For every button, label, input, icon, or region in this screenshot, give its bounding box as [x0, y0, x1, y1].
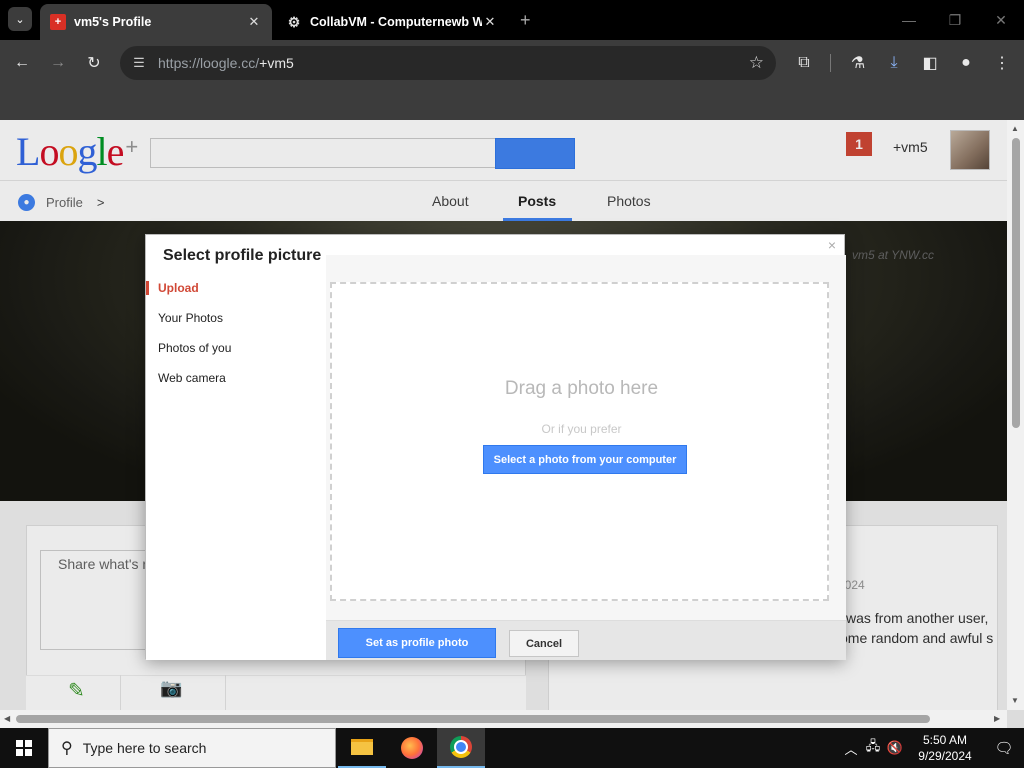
scrollbar-thumb[interactable] — [1012, 138, 1020, 428]
chrome-taskbar-button[interactable] — [437, 728, 485, 768]
side-panel-icon[interactable]: ◧ — [918, 51, 942, 75]
profile-icon[interactable]: ● — [954, 51, 978, 75]
windows-logo-icon — [16, 740, 32, 756]
taskbar-search-placeholder: Type here to search — [82, 740, 207, 756]
bookmark-star-icon[interactable]: ☆ — [749, 53, 764, 73]
site-info-icon[interactable]: ☰ — [130, 54, 148, 72]
bookmark-bar — [0, 86, 1024, 120]
photo-dropzone[interactable]: Drag a photo here Or if you prefer Selec… — [330, 282, 829, 601]
select-profile-picture-dialog: Select profile picture Upload Your Photo… — [145, 234, 846, 660]
select-photo-button[interactable]: Select a photo from your computer — [483, 445, 687, 474]
active-menu-indicator — [146, 281, 149, 295]
drag-text: Drag a photo here — [504, 378, 659, 399]
file-explorer-taskbar-button[interactable] — [338, 728, 386, 768]
new-tab-icon[interactable]: + — [520, 10, 531, 31]
collabvm-favicon-icon: ⚙ — [287, 13, 301, 30]
restore-icon[interactable]: ❐ — [932, 0, 978, 40]
url-text: https://loogle.cc/+vm5 — [158, 55, 294, 71]
labs-flask-icon[interactable]: ⚗ — [846, 51, 870, 75]
minimize-icon[interactable]: — — [886, 0, 932, 40]
scroll-down-icon[interactable]: ▼ — [1011, 696, 1019, 705]
windows-taskbar: ⚲ Type here to search ︿ 🖧 🔇 5:50 AM 9/29… — [0, 728, 1024, 768]
menu-web-camera[interactable]: Web camera — [158, 371, 226, 385]
scroll-up-icon[interactable]: ▲ — [1011, 124, 1019, 133]
close-window-icon[interactable]: ✕ — [978, 0, 1024, 40]
scroll-right-icon[interactable]: ▶ — [994, 714, 1000, 723]
system-tray: ︿ 🖧 🔇 5:50 AM 9/29/2024 🗨 — [840, 728, 1024, 768]
clock[interactable]: 5:50 AM 9/29/2024 — [910, 732, 980, 764]
folder-icon — [351, 739, 373, 755]
dialog-title: Select profile picture — [163, 247, 322, 264]
scrollbar-corner — [1007, 710, 1024, 728]
toolbar-separator — [830, 54, 831, 72]
tab-close-icon[interactable]: ✕ — [246, 14, 262, 30]
scrollbar-thumb[interactable] — [16, 715, 930, 723]
tab-search-button[interactable]: ⌄ — [8, 7, 32, 31]
close-icon[interactable]: × — [828, 237, 836, 253]
page-viewport: Loogle+ 1 +vm5 ● Profile > About Posts P… — [0, 120, 1007, 710]
scroll-left-icon[interactable]: ◀ — [4, 714, 10, 723]
start-button[interactable] — [0, 728, 48, 768]
menu-photos-of-you[interactable]: Photos of you — [158, 341, 231, 355]
set-as-profile-photo-button[interactable]: Set as profile photo — [338, 628, 496, 658]
taskbar-search-box[interactable]: ⚲ Type here to search — [48, 728, 336, 768]
url-path: +vm5 — [259, 55, 294, 71]
tab-title: vm5's Profile — [74, 15, 152, 29]
menu-kebab-icon[interactable]: ⋮ — [990, 51, 1014, 75]
reload-icon[interactable]: ↻ — [82, 51, 106, 75]
volume-muted-icon[interactable]: 🔇 — [884, 740, 906, 756]
menu-your-photos[interactable]: Your Photos — [158, 311, 223, 325]
loogle-favicon-icon: + — [50, 14, 66, 30]
dialog-sidebar: Select profile picture Upload Your Photo… — [146, 235, 326, 660]
tab-collabvm-wiki[interactable]: ⚙ CollabVM - Computernewb Wiki ✕ — [276, 4, 508, 40]
tab-strip: ⌄ + vm5's Profile ✕ ⚙ CollabVM - Compute… — [0, 0, 1024, 40]
forward-icon[interactable]: → — [46, 51, 70, 75]
tab-title: CollabVM - Computernewb Wiki — [310, 15, 482, 29]
network-icon[interactable]: 🖧 — [862, 737, 884, 759]
firefox-taskbar-button[interactable] — [388, 728, 436, 768]
horizontal-scrollbar[interactable]: ◀ ▶ — [0, 710, 1007, 728]
back-icon[interactable]: ← — [10, 51, 34, 75]
chevron-up-icon[interactable]: ︿ — [840, 739, 862, 758]
download-icon[interactable]: ⤓ — [882, 51, 906, 75]
vertical-scrollbar[interactable]: ▲ ▼ — [1007, 120, 1024, 710]
or-text: Or if you prefer — [541, 422, 622, 436]
extensions-icon[interactable]: ⧉ — [792, 51, 816, 75]
firefox-icon — [401, 737, 423, 759]
url-host: https://loogle.cc/ — [158, 55, 260, 71]
clock-time: 5:50 AM — [922, 733, 968, 747]
clock-date: 9/29/2024 — [918, 749, 972, 763]
address-bar[interactable]: ☰ https://loogle.cc/+vm5 ☆ — [120, 46, 776, 80]
browser-toolbar: ← → ↻ ☰ https://loogle.cc/+vm5 ☆ ⧉ ⚗ ⤓ ◧… — [0, 40, 1024, 86]
menu-upload[interactable]: Upload — [158, 281, 199, 295]
dialog-footer: Set as profile photo Cancel — [326, 620, 846, 660]
tab-vm5-profile[interactable]: + vm5's Profile ✕ — [40, 4, 272, 40]
notification-center-icon[interactable]: 🗨 — [984, 739, 1024, 757]
window-controls: — ❐ ✕ — [886, 0, 1024, 40]
cancel-button[interactable]: Cancel — [509, 630, 579, 657]
search-icon: ⚲ — [61, 740, 73, 757]
tab-close-icon[interactable]: ✕ — [482, 14, 498, 30]
chrome-icon — [450, 736, 472, 758]
